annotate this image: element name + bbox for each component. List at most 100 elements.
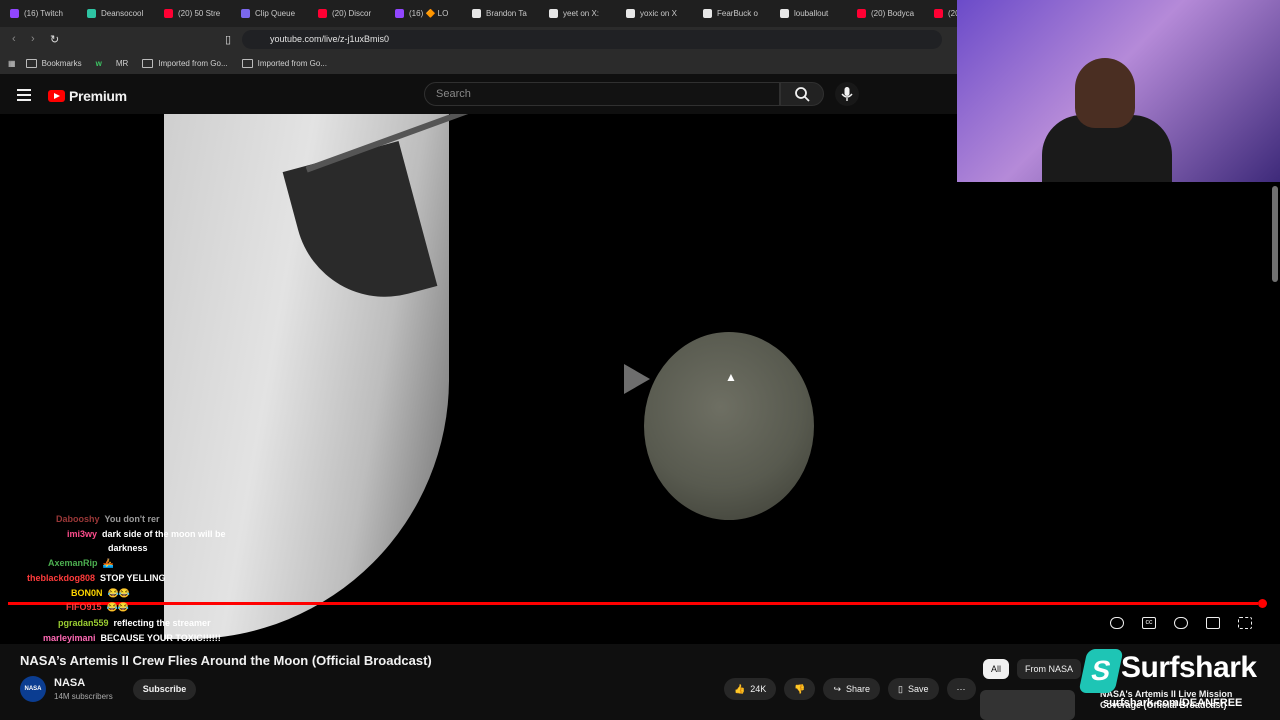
youtube-logo[interactable]: Premium <box>48 88 127 104</box>
chip-all[interactable]: All <box>983 659 1010 679</box>
theater-mode-icon[interactable] <box>1206 617 1220 629</box>
subscribe-button[interactable]: Subscribe <box>133 679 196 700</box>
browser-tab[interactable]: (20) Discor <box>308 0 385 27</box>
autoplay-toggle-icon[interactable] <box>1110 617 1124 629</box>
url-field[interactable]: youtube.com/live/z-j1uxBmis0 <box>242 30 942 49</box>
tab-favicon-icon <box>472 9 481 18</box>
dislike-button[interactable]: 👎 <box>784 678 816 700</box>
tab-label: yeet on X: <box>563 9 600 18</box>
moon <box>644 332 814 520</box>
play-icon[interactable] <box>624 364 650 394</box>
browser-tab[interactable]: Deansocool <box>77 0 154 27</box>
webcam-person-head <box>1075 58 1135 128</box>
folder-icon <box>142 58 154 68</box>
subscriber-count: 14M subscribers <box>54 692 113 701</box>
tab-favicon-icon <box>626 9 635 18</box>
save-button[interactable]: ▯ Save <box>888 678 939 700</box>
tab-label: (20) 50 Stre <box>178 9 221 18</box>
browser-tab[interactable]: yeet on X: <box>539 0 616 27</box>
tab-label: Deansocool <box>101 9 144 18</box>
url-text: youtube.com/live/z-j1uxBmis0 <box>270 34 390 44</box>
captions-icon[interactable]: cc <box>1142 617 1156 629</box>
back-icon[interactable]: ‹ <box>12 33 16 45</box>
tab-label: FearBuck o <box>717 9 758 18</box>
bookmark-item[interactable]: Bookmarks <box>25 58 82 68</box>
share-button[interactable]: ↪ Share <box>823 678 881 700</box>
tab-label: yoxic on X <box>640 9 677 18</box>
browser-tab[interactable]: (20) 50 Stre <box>154 0 231 27</box>
like-button[interactable]: 👍 24K <box>724 678 777 700</box>
reload-icon[interactable]: ↻ <box>50 33 59 46</box>
save-icon: ▯ <box>898 683 903 694</box>
recommended-video-thumbnail[interactable] <box>980 690 1075 720</box>
browser-tab[interactable]: (16) Twitch <box>0 0 77 27</box>
thumbs-up-icon: 👍 <box>734 683 746 694</box>
fullscreen-icon[interactable] <box>1238 617 1252 629</box>
tab-label: (20) Discor <box>332 9 372 18</box>
chip-from-nasa[interactable]: From NASA <box>1017 659 1082 679</box>
search-button[interactable] <box>780 82 824 106</box>
tab-label: (16) Twitch <box>24 9 63 18</box>
chat-line: imi3wy dark side of the moon will be <box>67 529 226 539</box>
browser-tab[interactable]: Brandon Ta <box>462 0 539 27</box>
video-player[interactable]: ▲ cc <box>0 114 1280 644</box>
apps-icon[interactable]: ▦ <box>8 59 16 68</box>
share-icon: ↪ <box>833 683 841 694</box>
bookmark-icon[interactable]: ▯ <box>225 33 231 46</box>
tab-favicon-icon <box>10 9 19 18</box>
bookmark-item[interactable]: Imported from Go... <box>142 58 228 68</box>
player-controls: cc <box>1110 617 1252 629</box>
thumbs-down-icon: 👎 <box>794 683 806 694</box>
bookmark-item[interactable]: Imported from Go... <box>241 58 327 68</box>
browser-tab[interactable]: (20) Bodyca <box>847 0 924 27</box>
browser-tab[interactable]: yoxic on X <box>616 0 693 27</box>
tab-favicon-icon <box>934 9 943 18</box>
tab-favicon-icon <box>318 9 327 18</box>
settings-gear-icon[interactable] <box>1174 617 1188 629</box>
voice-search-button[interactable] <box>835 82 859 106</box>
browser-tab[interactable]: (16) 🔶 LO <box>385 0 462 27</box>
tab-label: Clip Queue <box>255 9 296 18</box>
tab-favicon-icon <box>241 9 250 18</box>
chat-line: Dabooshy You don't rer <box>56 514 160 524</box>
tab-favicon-icon <box>703 9 712 18</box>
chat-line: FIFO915 😂😂 <box>66 602 129 612</box>
bookmark-item[interactable]: w <box>96 59 102 68</box>
search-input[interactable]: Search <box>424 82 780 106</box>
page-scrollbar[interactable] <box>1272 186 1278 282</box>
folder-icon <box>241 58 253 68</box>
progress-bar[interactable] <box>8 602 1258 605</box>
recommendation-chips: All From NASA <box>983 659 1082 679</box>
mouse-cursor-icon: ▲ <box>725 370 737 384</box>
video-actions: 👍 24K 👎 ↪ Share ▯ Save ⋯ <box>724 678 976 700</box>
youtube-play-icon <box>48 90 65 102</box>
tab-label: (16) 🔶 LO <box>409 9 449 18</box>
tab-favicon-icon <box>780 9 789 18</box>
surfshark-logo-icon: S <box>1078 649 1124 693</box>
mic-icon <box>841 87 853 101</box>
tab-favicon-icon <box>857 9 866 18</box>
chat-line: pgradan559 reflecting the streamer <box>58 618 211 628</box>
tab-favicon-icon <box>549 9 558 18</box>
video-title: NASA’s Artemis II Crew Flies Around the … <box>20 653 432 668</box>
folder-icon <box>25 58 37 68</box>
forward-icon[interactable]: › <box>31 33 35 45</box>
menu-icon[interactable] <box>17 89 31 104</box>
more-actions-button[interactable]: ⋯ <box>946 678 976 700</box>
browser-tab[interactable]: Clip Queue <box>231 0 308 27</box>
search-icon <box>795 87 810 102</box>
bookmarks-bar: ▦ Bookmarks w MR Imported from Go... Imp… <box>0 52 960 74</box>
address-bar-row: ‹ › ↻ ▯ youtube.com/live/z-j1uxBmis0 <box>0 27 960 52</box>
browser-tab[interactable]: FearBuck o <box>693 0 770 27</box>
bookmark-item[interactable]: MR <box>116 59 128 68</box>
youtube-header: Premium Search <box>0 76 960 114</box>
channel-name[interactable]: NASA <box>54 677 85 689</box>
chat-line: AxemanRip 🚣 <box>48 558 114 568</box>
chat-line: marleyimani BECAUSE YOUR TOXIC!!!!!! <box>43 633 221 643</box>
browser-tab[interactable]: louballout <box>770 0 847 27</box>
like-count: 24K <box>750 684 767 694</box>
channel-avatar[interactable]: NASA <box>20 676 46 702</box>
tab-label: Brandon Ta <box>486 9 527 18</box>
tab-favicon-icon <box>164 9 173 18</box>
progress-scrubber[interactable] <box>1258 599 1267 608</box>
